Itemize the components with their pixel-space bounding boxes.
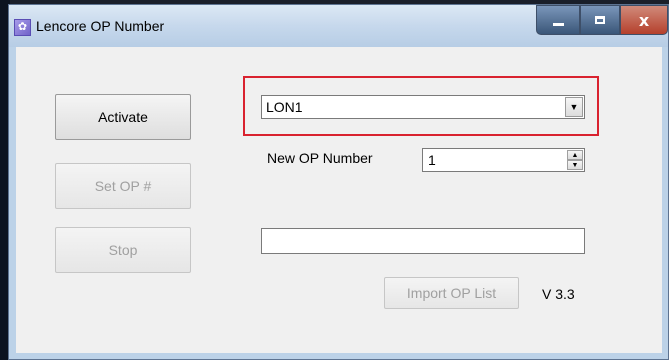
app-icon: ✿: [14, 19, 31, 36]
minimize-button[interactable]: [536, 5, 580, 35]
close-icon: x: [638, 10, 650, 30]
new-op-number-stepper[interactable]: 1 ▲ ▼: [422, 148, 585, 172]
window-title: Lencore OP Number: [36, 18, 165, 34]
app-window: ✿ Lencore OP Number x Activate Set OP # …: [8, 4, 669, 360]
maximize-button[interactable]: [580, 5, 620, 35]
stepper-down-icon[interactable]: ▼: [567, 160, 583, 170]
version-label: V 3.3: [542, 286, 575, 302]
new-op-number-value: 1: [428, 152, 436, 168]
minimize-icon: [552, 22, 564, 26]
stop-button[interactable]: Stop: [55, 227, 191, 273]
maximize-icon: [595, 16, 605, 24]
chevron-down-icon[interactable]: ▼: [565, 97, 583, 117]
device-select-value: LON1: [266, 99, 303, 115]
stepper-buttons: ▲ ▼: [567, 150, 583, 170]
client-area: Activate Set OP # Stop LON1 ▼ New OP Num…: [16, 47, 662, 353]
status-textbox[interactable]: [261, 228, 585, 254]
title-bar[interactable]: ✿ Lencore OP Number x: [9, 5, 668, 47]
stepper-up-icon[interactable]: ▲: [567, 150, 583, 160]
new-op-number-label: New OP Number: [267, 150, 373, 166]
close-button[interactable]: x: [620, 5, 668, 35]
device-select[interactable]: LON1 ▼: [261, 95, 585, 119]
import-op-list-button[interactable]: Import OP List: [384, 277, 519, 309]
set-op-button[interactable]: Set OP #: [55, 163, 191, 209]
activate-button[interactable]: Activate: [55, 94, 191, 140]
